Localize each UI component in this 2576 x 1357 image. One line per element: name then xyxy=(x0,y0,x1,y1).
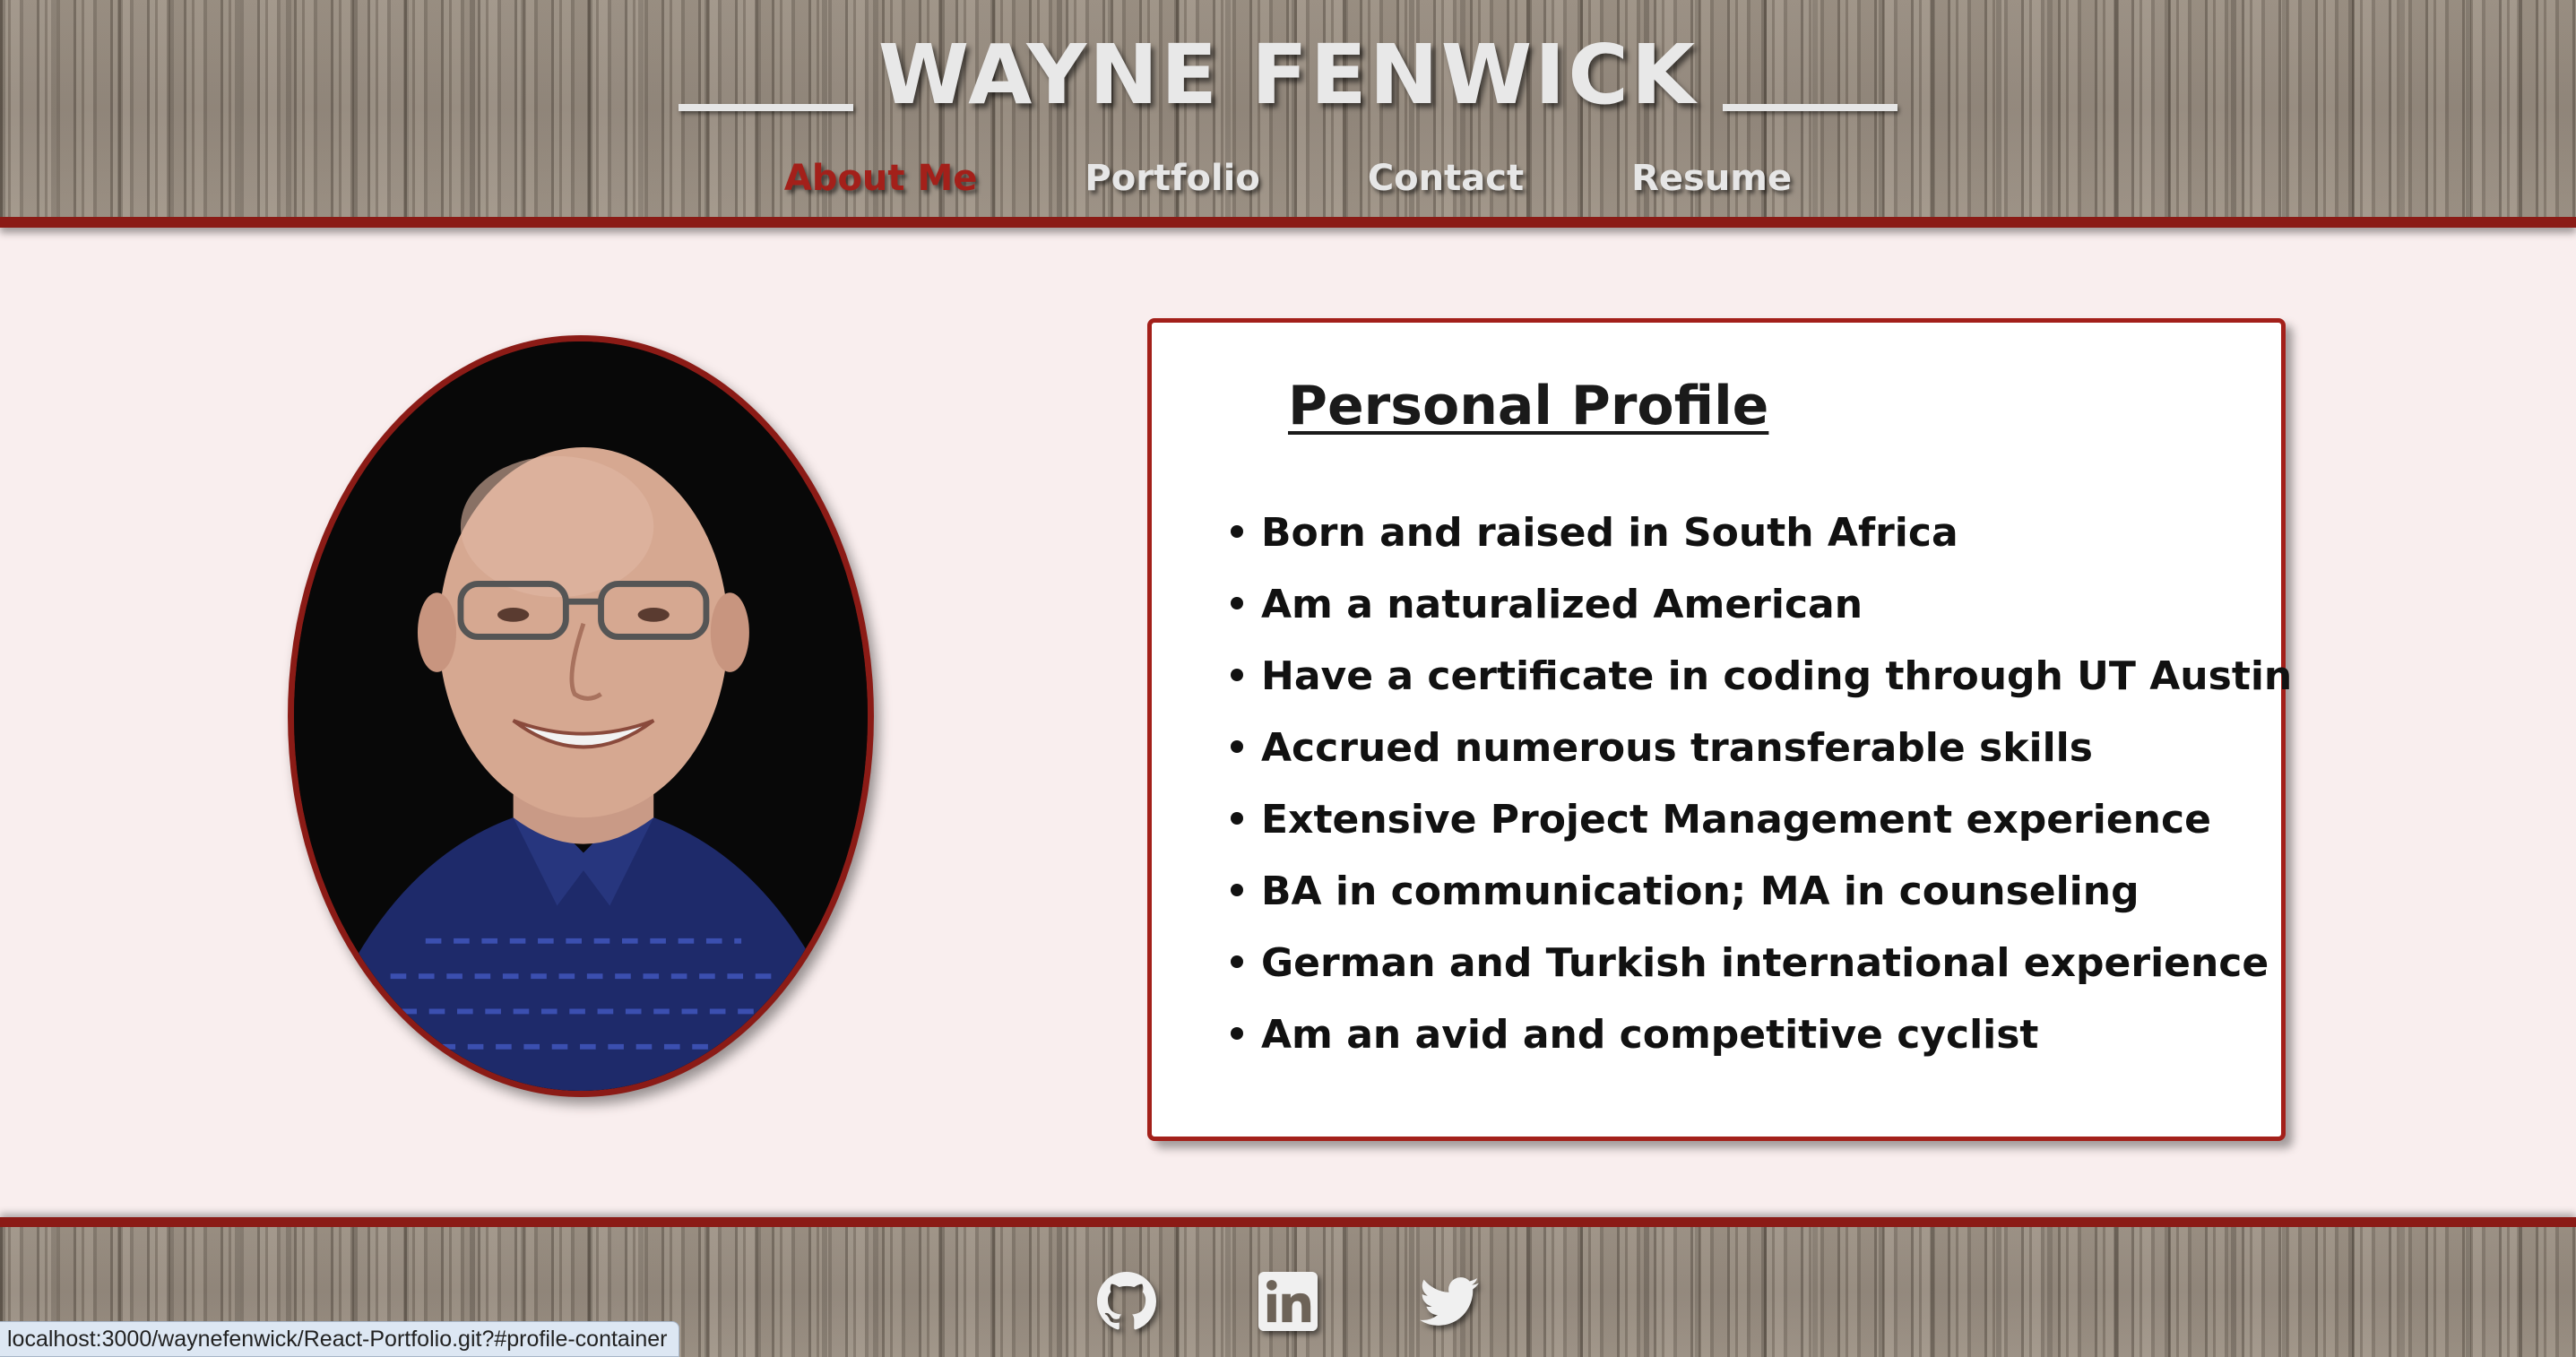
bullet-icon xyxy=(1231,525,1243,538)
github-icon xyxy=(1097,1272,1156,1330)
bullet-icon xyxy=(1231,884,1243,896)
list-item: Am a naturalized American xyxy=(1231,569,2292,641)
list-item: BA in communication; MA in counseling xyxy=(1231,856,2292,928)
title-row: WAYNE FENWICK xyxy=(0,34,2576,117)
list-item-text: German and Turkish international experie… xyxy=(1261,940,2269,986)
linkedin-icon xyxy=(1258,1272,1318,1331)
nav-resume[interactable]: Resume xyxy=(1631,158,1792,199)
profile-heading: Personal Profile xyxy=(1288,375,1769,437)
nav-contact[interactable]: Contact xyxy=(1368,158,1524,199)
bullet-icon xyxy=(1231,1027,1243,1040)
site-header: WAYNE FENWICK About Me Portfolio Contact… xyxy=(0,0,2576,228)
list-item-text: Have a certificate in coding through UT … xyxy=(1261,653,2293,699)
bullet-icon xyxy=(1231,669,1243,681)
list-item-text: Am an avid and competitive cyclist xyxy=(1261,1012,2039,1058)
list-item-text: BA in communication; MA in counseling xyxy=(1261,869,2139,914)
list-item: Have a certificate in coding through UT … xyxy=(1231,641,2292,713)
bullet-icon xyxy=(1231,812,1243,825)
title-decoration-left xyxy=(678,104,853,111)
bullet-icon xyxy=(1231,955,1243,968)
profile-container: Personal Profile Born and raised in Sout… xyxy=(1147,318,2292,1141)
list-item: Accrued numerous transferable skills xyxy=(1231,713,2292,784)
title-decoration-right xyxy=(1723,104,1898,111)
nav-about-me[interactable]: About Me xyxy=(784,158,978,199)
list-item: Born and raised in South Africa xyxy=(1231,497,2292,569)
list-item: German and Turkish international experie… xyxy=(1231,928,2292,999)
status-bar-url: localhost:3000/waynefenwick/React-Portfo… xyxy=(0,1321,679,1357)
twitter-icon xyxy=(1420,1277,1479,1326)
bullet-icon xyxy=(1231,597,1243,609)
linkedin-link[interactable] xyxy=(1258,1272,1318,1331)
bullet-icon xyxy=(1231,740,1243,753)
nav-portfolio[interactable]: Portfolio xyxy=(1085,158,1259,199)
profile-photo-image xyxy=(294,341,868,1091)
list-item-text: Accrued numerous transferable skills xyxy=(1261,725,2093,771)
github-link[interactable] xyxy=(1097,1272,1156,1331)
list-item-text: Extensive Project Management experience xyxy=(1261,797,2211,843)
list-item-text: Born and raised in South Africa xyxy=(1261,510,1958,556)
site-title: WAYNE FENWICK xyxy=(877,27,1699,123)
list-item-text: Am a naturalized American xyxy=(1261,582,1863,627)
profile-photo xyxy=(288,335,874,1097)
list-item: Am an avid and competitive cyclist xyxy=(1231,999,2292,1071)
profile-list: Born and raised in South Africa Am a nat… xyxy=(1231,497,2292,1071)
list-item: Extensive Project Management experience xyxy=(1231,784,2292,856)
twitter-link[interactable] xyxy=(1420,1272,1479,1331)
main-nav: About Me Portfolio Contact Resume xyxy=(0,158,2576,199)
